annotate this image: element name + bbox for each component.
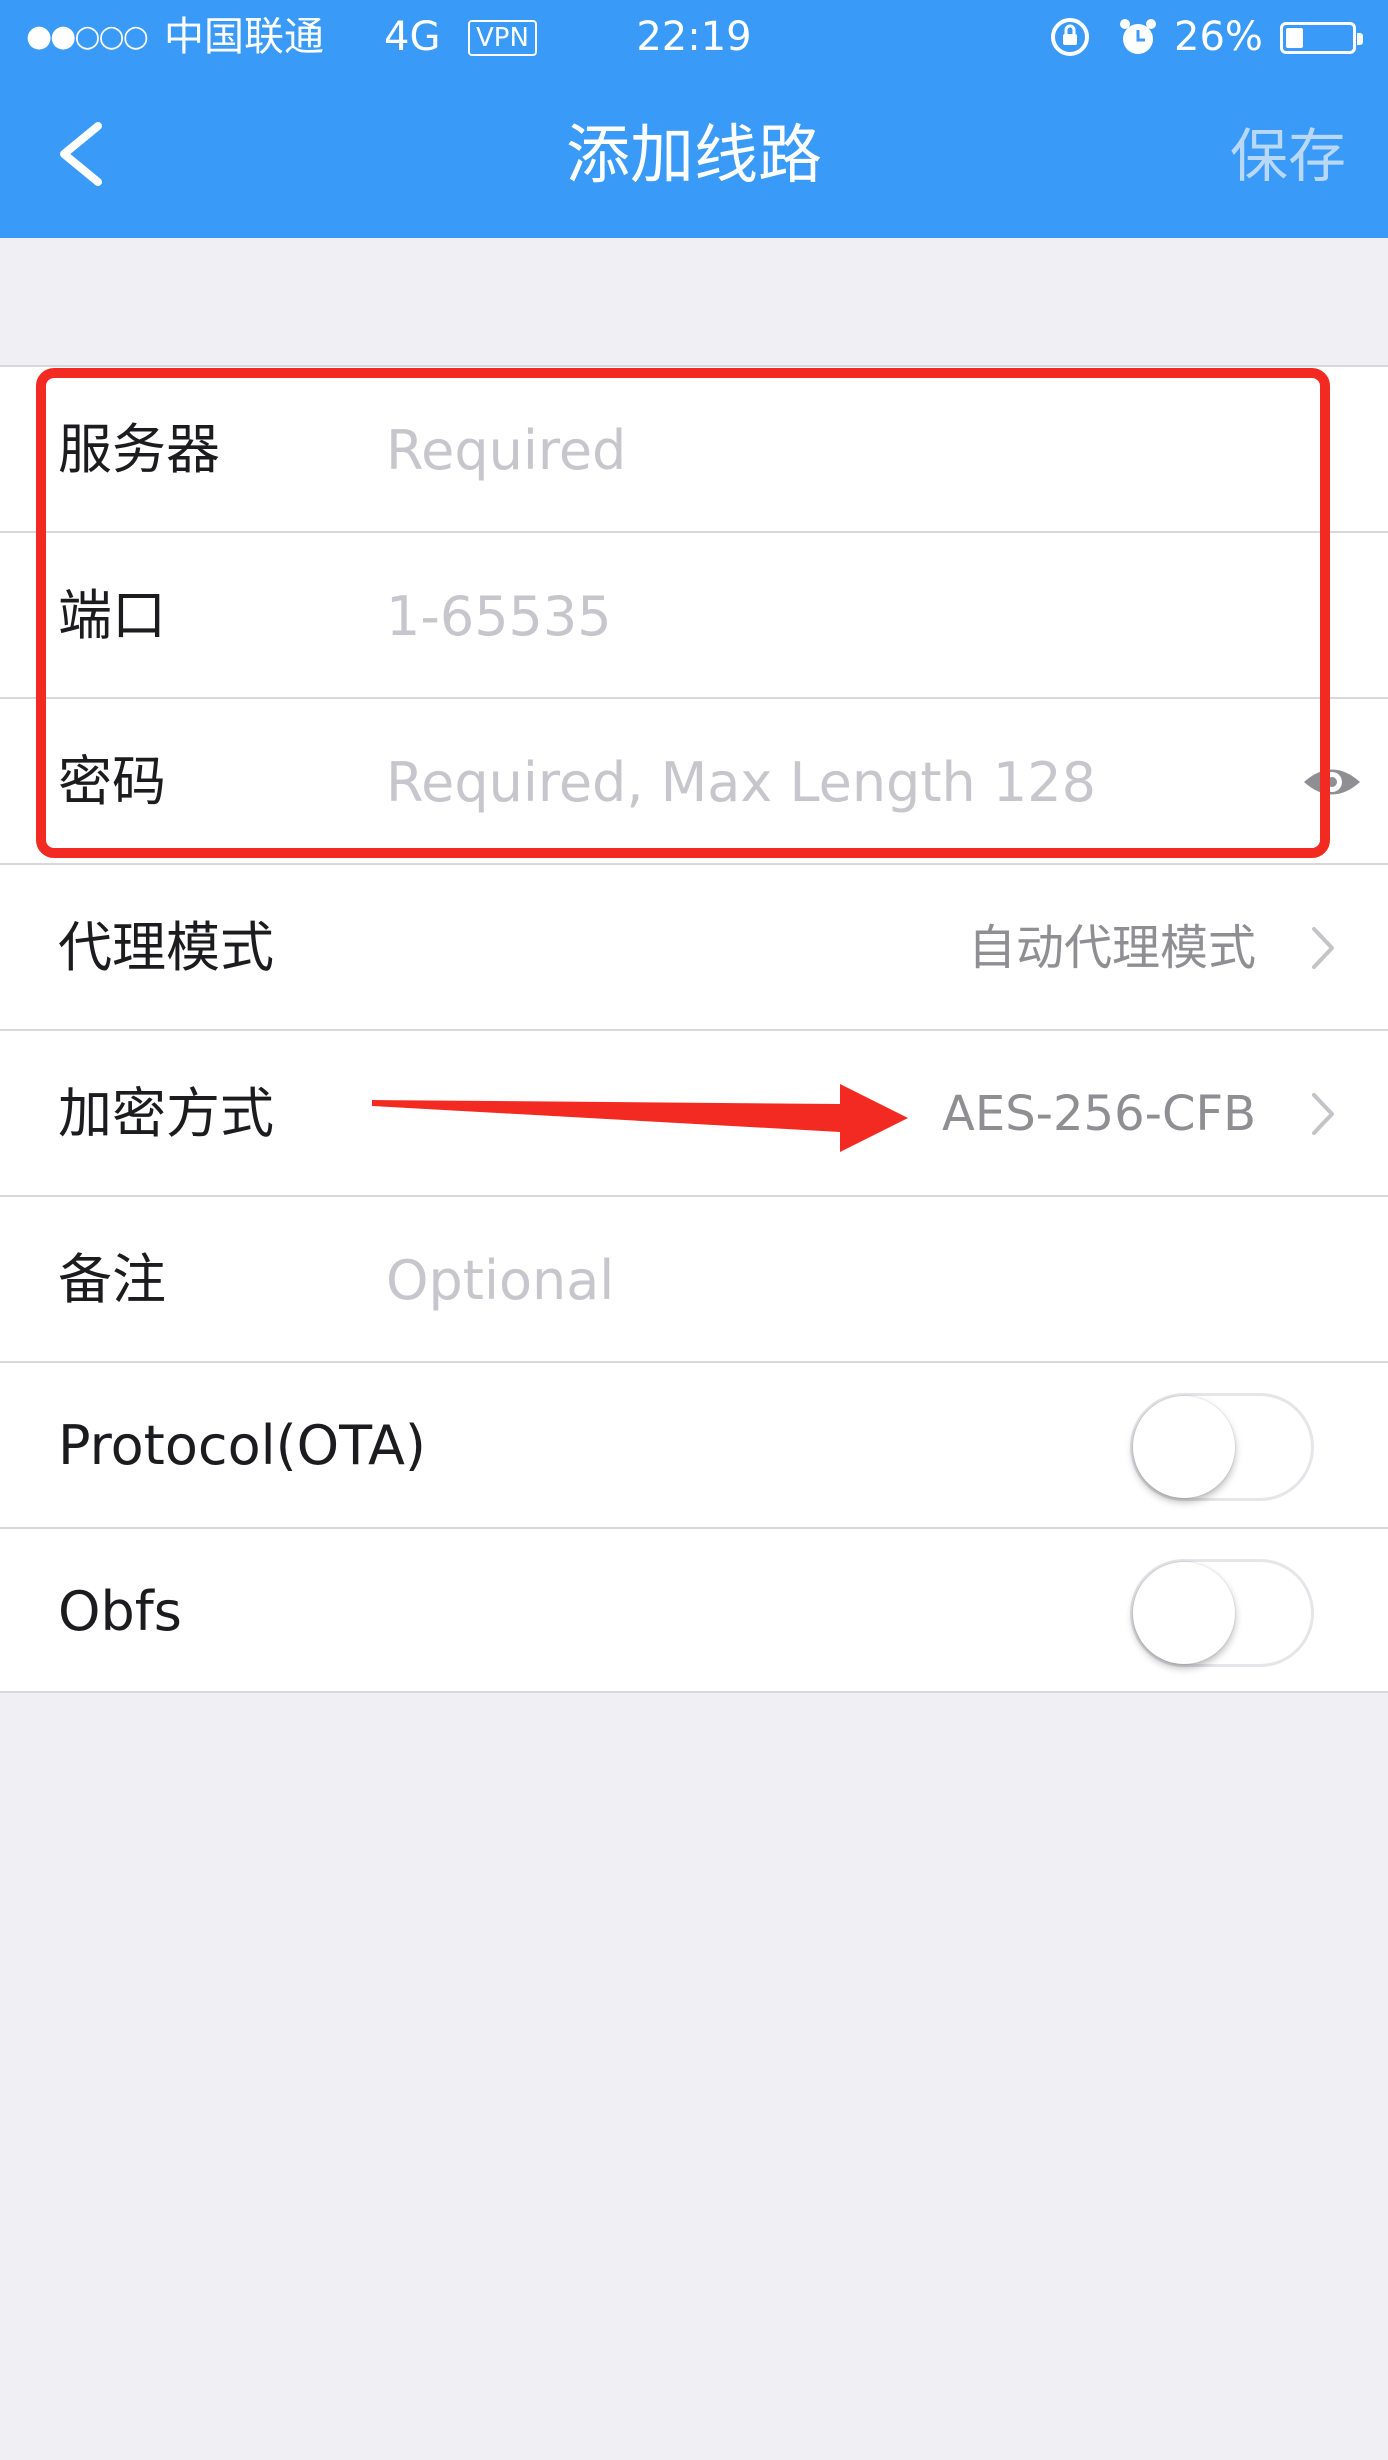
page-title: 添加线路 (566, 119, 822, 193)
annotation-highlight-box (36, 368, 1330, 858)
rotation-lock-icon (1048, 10, 1094, 78)
status-bar: ●●○○○ 中国联通 4G VPN 22:19 26% (0, 0, 1388, 74)
battery-tip (1357, 33, 1363, 45)
alarm-icon (1116, 10, 1160, 78)
note-row: 备注 (0, 1195, 1388, 1361)
encryption-label: 加密方式 (58, 1082, 274, 1145)
protocol-ota-row: Protocol(OTA) (0, 1361, 1388, 1527)
obfs-toggle[interactable] (1130, 1559, 1314, 1667)
navigation-bar: 添加线路 保存 (0, 74, 1388, 238)
annotation-arrow-icon (372, 1084, 908, 1152)
proxy-mode-value: 自动代理模式 (967, 920, 1256, 976)
chevron-right-icon (1306, 921, 1340, 975)
save-button[interactable]: 保存 (1230, 114, 1346, 198)
battery-percent: 26% (1174, 14, 1263, 60)
protocol-ota-toggle[interactable] (1130, 1393, 1314, 1501)
toggle-knob (1133, 1562, 1235, 1664)
note-input[interactable] (386, 1243, 1236, 1317)
protocol-ota-label: Protocol(OTA) (58, 1414, 426, 1477)
proxy-mode-label: 代理模式 (58, 916, 274, 979)
chevron-right-icon (1306, 1087, 1340, 1141)
obfs-label: Obfs (58, 1580, 182, 1643)
battery-icon (1280, 22, 1363, 54)
battery-level (1286, 28, 1303, 48)
encryption-value: AES-256-CFB (942, 1086, 1256, 1142)
toggle-knob (1133, 1396, 1235, 1498)
obfs-row: Obfs (0, 1527, 1388, 1693)
note-label: 备注 (58, 1248, 166, 1311)
proxy-mode-row[interactable]: 代理模式 自动代理模式 (0, 863, 1388, 1029)
